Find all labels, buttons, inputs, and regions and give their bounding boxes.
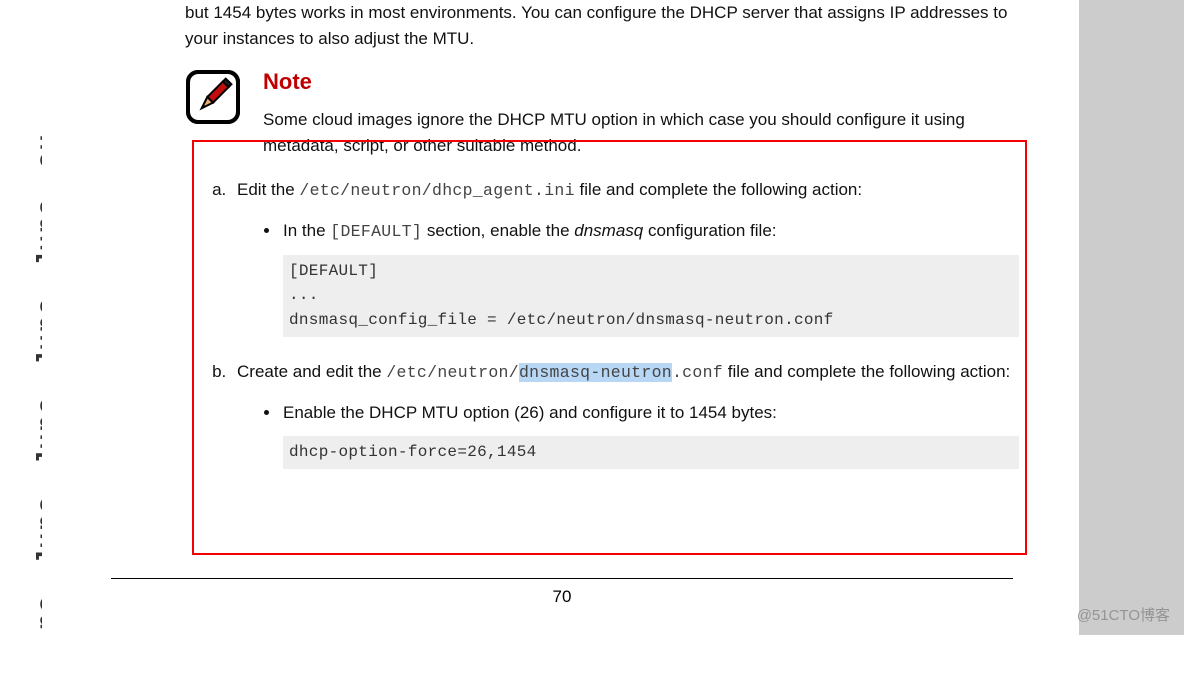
step-b-text: Create and edit the /etc/neutron/dnsmasq… — [237, 362, 1010, 381]
code-block-b: dhcp-option-force=26,1454 — [283, 436, 1019, 469]
step-b-path-after: .conf — [672, 363, 723, 382]
step-a-b-em: dnsmasq — [574, 221, 643, 240]
step-b-path-before: /etc/neutron/ — [386, 363, 519, 382]
page-footer: 70 — [45, 578, 1079, 607]
step-a-b-post: configuration file: — [643, 221, 776, 240]
step-a-b-mid: section, enable the — [422, 221, 574, 240]
step-b-pre: Create and edit the — [237, 362, 386, 381]
note-body: Some cloud images ignore the DHCP MTU op… — [263, 107, 1019, 160]
code-block-a: [DEFAULT] ... dnsmasq_config_file = /etc… — [283, 255, 1019, 337]
step-b-bullet-text: Enable the DHCP MTU option (26) and conf… — [283, 403, 777, 422]
step-b-bullets: Enable the DHCP MTU option (26) and conf… — [237, 400, 1019, 469]
step-a-bullet: In the [DEFAULT] section, enable the dns… — [281, 218, 1019, 337]
step-b-path-highlight: dnsmasq-neutron — [519, 363, 672, 382]
note-icon — [185, 69, 241, 125]
step-b: Create and edit the /etc/neutron/dnsmasq… — [231, 359, 1019, 469]
step-a-bullets: In the [DEFAULT] section, enable the dns… — [237, 218, 1019, 337]
step-a: Edit the /etc/neutron/dhcp_agent.ini fil… — [231, 177, 1019, 337]
step-a-path: /etc/neutron/dhcp_agent.ini — [299, 181, 574, 200]
step-a-post: file and complete the following action: — [575, 180, 862, 199]
page-area: but 1454 bytes works in most environment… — [45, 0, 1079, 635]
footer-rule — [111, 578, 1013, 579]
watermark-text: no - Juno - Juno - Juno - Juno - ou — [30, 133, 42, 630]
right-grey-panel — [1079, 0, 1184, 635]
bottom-watermark: @51CTO博客 — [1077, 604, 1170, 625]
step-b-post: file and complete the following action: — [723, 362, 1010, 381]
intro-paragraph: but 1454 bytes works in most environment… — [185, 0, 1019, 53]
step-b-path: /etc/neutron/dnsmasq-neutron.conf — [386, 363, 723, 382]
step-a-text: Edit the /etc/neutron/dhcp_agent.ini fil… — [237, 180, 862, 199]
note-heading: Note — [263, 65, 1019, 99]
watermark-strip: no - Juno - Juno - Juno - Juno - ou — [0, 0, 42, 685]
step-a-b-pre: In the — [283, 221, 330, 240]
step-a-pre: Edit the — [237, 180, 299, 199]
steps-list: Edit the /etc/neutron/dhcp_agent.ini fil… — [185, 177, 1019, 468]
note-block: Note Some cloud images ignore the DHCP M… — [185, 65, 1019, 160]
step-a-b-code: [DEFAULT] — [330, 222, 422, 241]
step-b-bullet: Enable the DHCP MTU option (26) and conf… — [281, 400, 1019, 469]
note-text: Note Some cloud images ignore the DHCP M… — [263, 65, 1019, 160]
page-number: 70 — [553, 587, 572, 606]
